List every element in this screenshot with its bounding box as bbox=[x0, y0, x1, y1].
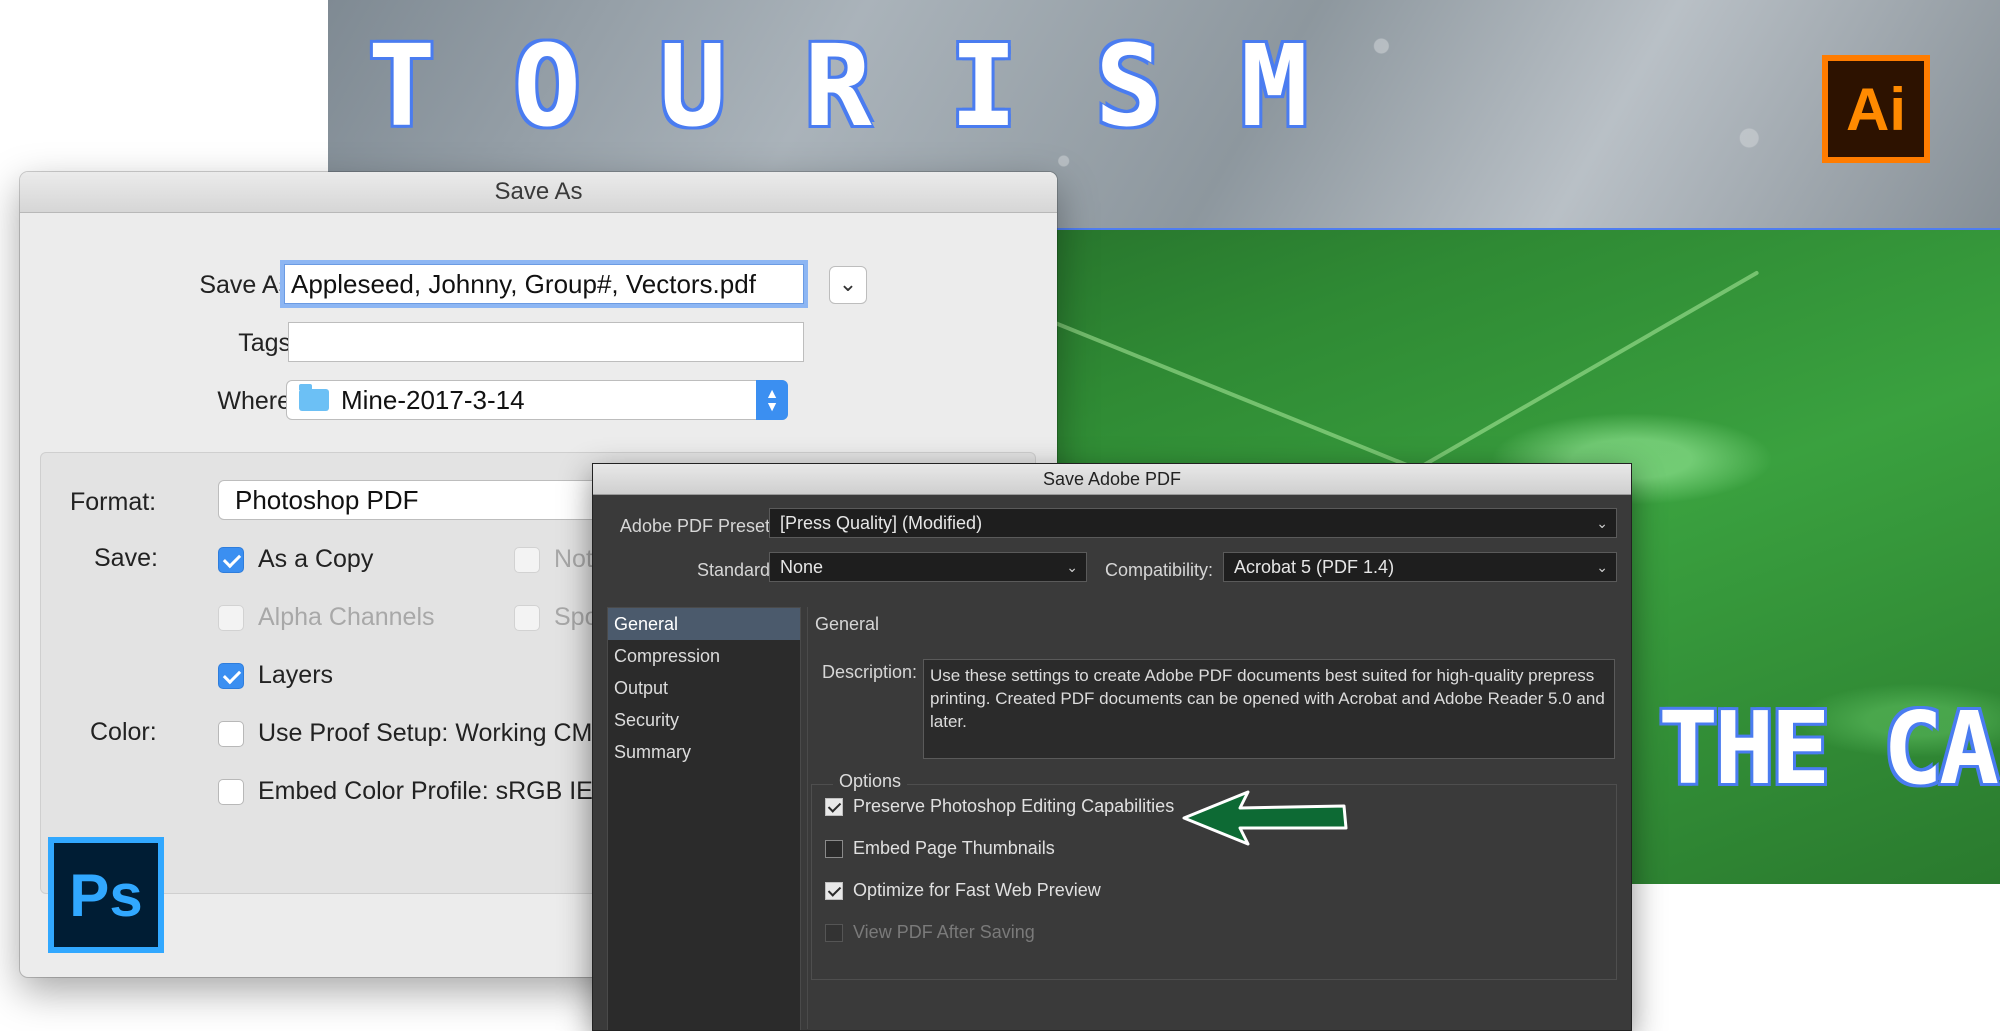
standard-value: None bbox=[780, 557, 824, 577]
checkbox-checked-icon bbox=[825, 881, 843, 900]
expand-dialog-button[interactable]: ⌄ bbox=[829, 266, 867, 304]
photoshop-logo-icon: Ps bbox=[48, 837, 164, 953]
alpha-channels-checkbox[interactable]: Alpha Channels bbox=[218, 603, 435, 632]
checkbox-checked-icon bbox=[218, 662, 244, 689]
where-label: Where: bbox=[217, 387, 298, 415]
color-label: Color: bbox=[90, 718, 157, 746]
checkbox-unchecked-icon bbox=[825, 923, 843, 942]
artwork-heading: TOURISM bbox=[368, 22, 1387, 152]
alpha-channels-label: Alpha Channels bbox=[258, 603, 435, 631]
checkbox-checked-icon bbox=[825, 797, 843, 816]
as-a-copy-label: As a Copy bbox=[258, 545, 374, 573]
where-popup[interactable]: Mine-2017-3-14 ▲ ▼ bbox=[286, 380, 788, 420]
illustrator-logo-icon: Ai bbox=[1822, 55, 1930, 163]
checkbox-unchecked-icon bbox=[218, 604, 244, 631]
compatibility-select[interactable]: Acrobat 5 (PDF 1.4) ⌄ bbox=[1223, 552, 1617, 582]
checkbox-unchecked-icon bbox=[218, 720, 244, 747]
checkbox-unchecked-icon bbox=[514, 604, 540, 631]
description-box: Use these settings to create Adobe PDF d… bbox=[923, 659, 1615, 759]
standard-label: Standard: bbox=[696, 560, 775, 580]
artwork-tagline: THE CAL bbox=[1658, 690, 2000, 807]
compatibility-label: Compatibility: bbox=[1104, 560, 1213, 580]
as-a-copy-checkbox[interactable]: As a Copy bbox=[218, 545, 373, 574]
notes-label: Not bbox=[554, 545, 593, 573]
tags-field[interactable] bbox=[288, 322, 804, 362]
annotation-arrow-icon bbox=[1182, 790, 1348, 846]
filename-field[interactable]: Appleseed, Johnny, Group#, Vectors.pdf bbox=[284, 264, 804, 304]
checkbox-checked-icon bbox=[218, 546, 244, 573]
nav-item-summary[interactable]: Summary bbox=[608, 736, 800, 768]
fast-web-preview-label: Optimize for Fast Web Preview bbox=[853, 880, 1101, 900]
standard-select[interactable]: None ⌄ bbox=[769, 552, 1087, 582]
folder-icon bbox=[299, 384, 329, 411]
save-adobe-pdf-dialog: Save Adobe PDF Adobe PDF Preset: [Press … bbox=[592, 463, 1632, 1031]
pdf-category-list: General Compression Output Security Summ… bbox=[607, 607, 801, 1030]
layers-checkbox[interactable]: Layers bbox=[218, 661, 333, 690]
description-label: Description: bbox=[821, 662, 917, 682]
use-proof-setup-label: Use Proof Setup: Working CM bbox=[258, 719, 593, 747]
embed-thumbnails-checkbox[interactable]: Embed Page Thumbnails bbox=[825, 838, 1055, 859]
embed-color-profile-label: Embed Color Profile: sRGB IEC bbox=[258, 777, 611, 805]
nav-item-compression[interactable]: Compression bbox=[608, 640, 800, 672]
nav-item-general[interactable]: General bbox=[608, 608, 800, 640]
preset-label: Adobe PDF Preset: bbox=[619, 516, 775, 536]
save-label: Save: bbox=[94, 544, 158, 572]
nav-item-security[interactable]: Security bbox=[608, 704, 800, 736]
preset-select[interactable]: [Press Quality] (Modified) ⌄ bbox=[769, 508, 1617, 538]
checkbox-unchecked-icon bbox=[514, 546, 540, 573]
where-value: Mine-2017-3-14 bbox=[341, 384, 525, 415]
notes-checkbox[interactable]: Not bbox=[514, 545, 593, 574]
fast-web-preview-checkbox[interactable]: Optimize for Fast Web Preview bbox=[825, 880, 1101, 901]
chevron-down-icon: ⌄ bbox=[1596, 559, 1608, 575]
format-popup[interactable]: Photoshop PDF bbox=[218, 480, 618, 520]
tags-label: Tags: bbox=[238, 329, 298, 357]
chevron-down-icon: ⌄ bbox=[1066, 559, 1078, 575]
embed-color-profile-checkbox[interactable]: Embed Color Profile: sRGB IEC bbox=[218, 777, 611, 806]
chevron-down-icon: ⌄ bbox=[1596, 515, 1608, 531]
view-pdf-after-saving-label: View PDF After Saving bbox=[853, 922, 1035, 942]
save-as-dialog-title: Save As bbox=[20, 172, 1057, 213]
format-label: Format: bbox=[70, 488, 157, 516]
nav-item-output[interactable]: Output bbox=[608, 672, 800, 704]
popup-stepper-icon: ▲ ▼ bbox=[756, 380, 788, 420]
embed-thumbnails-label: Embed Page Thumbnails bbox=[853, 838, 1055, 858]
chevron-down-icon: ⌄ bbox=[838, 271, 858, 296]
compatibility-value: Acrobat 5 (PDF 1.4) bbox=[1234, 557, 1395, 577]
checkbox-unchecked-icon bbox=[825, 839, 843, 858]
layers-label: Layers bbox=[258, 661, 334, 689]
options-group-title: Options bbox=[833, 771, 908, 792]
format-value: Photoshop PDF bbox=[235, 484, 419, 515]
view-pdf-after-saving-checkbox[interactable]: View PDF After Saving bbox=[825, 922, 1035, 943]
save-as-label: Save As: bbox=[199, 271, 298, 299]
spot-colors-checkbox[interactable]: Spo bbox=[514, 603, 598, 632]
pdf-dialog-title: Save Adobe PDF bbox=[593, 464, 1631, 495]
section-title: General bbox=[815, 614, 880, 634]
checkbox-unchecked-icon bbox=[218, 778, 244, 805]
preserve-editing-label: Preserve Photoshop Editing Capabilities bbox=[853, 796, 1175, 816]
use-proof-setup-checkbox[interactable]: Use Proof Setup: Working CM bbox=[218, 719, 592, 748]
preserve-editing-checkbox[interactable]: Preserve Photoshop Editing Capabilities bbox=[825, 796, 1174, 817]
preset-value: [Press Quality] (Modified) bbox=[780, 513, 983, 533]
